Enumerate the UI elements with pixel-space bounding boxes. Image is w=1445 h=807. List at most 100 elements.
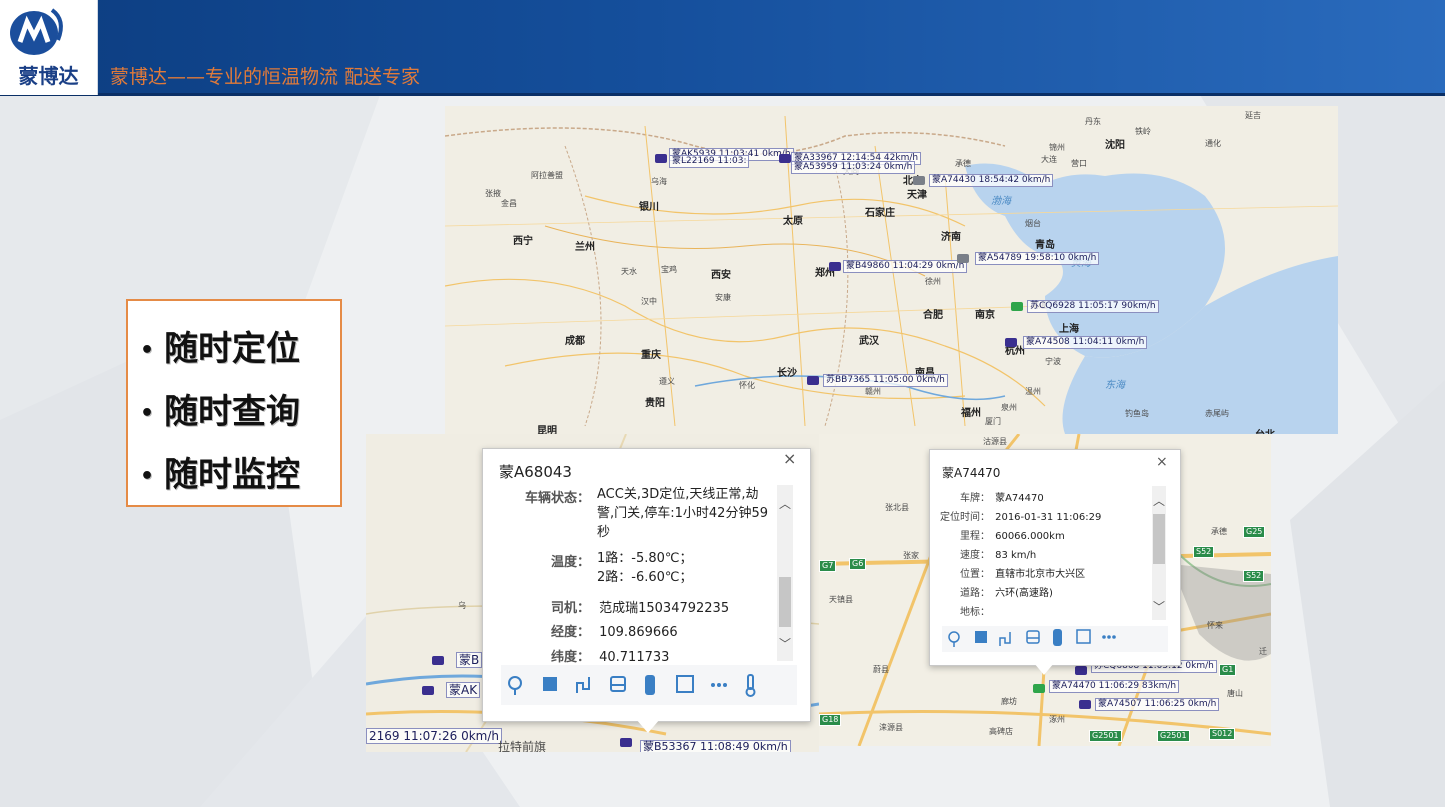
scrollbar[interactable]: ︿ ﹀ — [1152, 486, 1166, 620]
vehicle-marker[interactable] — [1079, 700, 1091, 709]
text-select-icon[interactable] — [676, 675, 694, 693]
vehicle-marker[interactable] — [957, 254, 969, 263]
traffic-light-icon[interactable] — [645, 675, 655, 695]
vehicle-label[interactable]: 苏BB7365 11:05:00 0km/h — [823, 374, 948, 387]
road-label: 道路： — [960, 588, 990, 599]
vehicle-marker[interactable] — [1075, 666, 1087, 675]
speed-label: 速度： — [960, 550, 990, 561]
vehicle-label[interactable]: 蒙B49860 11:04:29 0km/h — [843, 260, 968, 273]
vehicle-label[interactable]: 蒙A74430 18:54:42 0km/h — [929, 174, 1054, 187]
status-value-line: 秒 — [597, 525, 611, 540]
city-label: 西宁 — [513, 236, 533, 247]
city-label: 天水 — [621, 267, 637, 276]
temperature-label-row: 温度： — [551, 551, 590, 570]
city-label: 阿拉善盟 — [531, 171, 563, 180]
city-label: 沽源县 — [983, 437, 1007, 446]
vehicle-marker[interactable] — [913, 176, 925, 185]
city-label: 延吉 — [1245, 111, 1261, 120]
city-label: 营口 — [1071, 159, 1087, 168]
latitude-row: 纬度： 40.711733 — [551, 646, 669, 667]
status-label: 车辆状态： — [525, 491, 591, 506]
popup-tool-icons — [508, 674, 756, 697]
feature-label: 随时查询 — [164, 392, 301, 432]
chevron-down-icon[interactable]: ﹀ — [779, 635, 791, 652]
city-label: 涿州 — [1049, 715, 1065, 724]
time-row: 定位时间： 2016-01-31 11:06:29 — [930, 505, 1101, 524]
thermometer-icon[interactable] — [745, 674, 756, 697]
location-add-icon[interactable] — [508, 676, 522, 695]
vehicle-marker[interactable] — [422, 686, 434, 695]
vehicle-marker[interactable] — [432, 656, 444, 665]
vehicle-label[interactable]: 蒙A74470 11:06:29 83km/h — [1049, 680, 1180, 693]
popup-title: 蒙A68043 — [499, 463, 572, 481]
city-label: 大连 — [1041, 155, 1057, 164]
chevron-up-icon[interactable]: ︿ — [1153, 492, 1165, 509]
landmark-row: 地标： — [930, 600, 990, 619]
city-label: 厦门 — [985, 417, 1001, 426]
vehicle-label[interactable]: 苏CQ6928 11:05:17 90km/h — [1027, 300, 1159, 313]
bullet-icon: • — [140, 400, 155, 426]
vehicle-marker[interactable] — [807, 376, 819, 385]
scroll-thumb[interactable] — [779, 577, 791, 627]
longitude-row: 经度： 109.869666 — [551, 621, 678, 642]
city-label: 天镇县 — [829, 595, 853, 604]
city-label: 迁 — [1259, 647, 1267, 656]
vehicle-marker[interactable] — [1033, 684, 1045, 693]
bus-icon[interactable] — [1026, 630, 1040, 644]
city-label: 丹东 — [1085, 117, 1101, 126]
main-map[interactable]: 太原 石家庄 北京 天津 济南 郑州 合肥 南京 上海 杭州 武汉 成都 重庆 … — [445, 106, 1338, 434]
popup-toolbar — [942, 626, 1168, 652]
chevron-up-icon[interactable]: ︿ — [779, 495, 791, 512]
vehicle-add-icon[interactable] — [543, 677, 557, 691]
vehicle-marker[interactable] — [1011, 302, 1023, 311]
vehicle-marker[interactable] — [779, 154, 791, 163]
city-label: 张掖 — [485, 189, 501, 198]
vehicle-label[interactable]: 蒙AK — [446, 682, 481, 698]
city-label: 承德 — [955, 159, 971, 168]
vehicle-label[interactable]: 蒙L22169 11:03: — [669, 155, 750, 168]
vehicle-marker[interactable] — [829, 262, 841, 271]
city-label: 铁岭 — [1135, 127, 1151, 136]
city-label: 乌海 — [651, 177, 667, 186]
bus-icon[interactable] — [610, 676, 626, 692]
city-label: 宁波 — [1045, 357, 1061, 366]
more-icon[interactable] — [711, 683, 727, 687]
city-label: 太原 — [783, 216, 803, 227]
city-label: 烟台 — [1025, 219, 1041, 228]
city-label: 南京 — [975, 310, 995, 321]
vehicle-label[interactable]: 蒙B — [456, 652, 483, 668]
scroll-thumb[interactable] — [1153, 514, 1165, 564]
status-value-line: 警,门关,停车:1小时42分钟59 — [597, 506, 768, 521]
vehicle-label[interactable]: 2169 11:07:26 0km/h — [366, 728, 502, 744]
logo: 蒙博达 — [0, 0, 98, 95]
close-icon[interactable]: × — [783, 449, 796, 468]
scrollbar[interactable]: ︿ ﹀ — [777, 485, 793, 661]
city-label: 蔚县 — [873, 665, 889, 674]
vehicle-marker[interactable] — [655, 154, 667, 163]
status-value: ACC关,3D定位,天线正常,劫 警,门关,停车:1小时42分钟59 秒 — [597, 485, 768, 542]
vehicle-add-icon[interactable] — [975, 631, 987, 643]
vehicle-label[interactable]: 蒙A74507 11:06:25 0km/h — [1095, 698, 1220, 711]
city-label: 涞源县 — [879, 723, 903, 732]
city-label: 兰州 — [575, 242, 595, 253]
vehicle-label[interactable]: 蒙A54789 19:58:10 0km/h — [975, 252, 1100, 265]
vehicle-marker[interactable] — [620, 738, 632, 747]
more-icon[interactable] — [1102, 635, 1116, 639]
vehicle-label[interactable]: 蒙A53959 11:03:24 0km/h — [791, 161, 916, 174]
temperature-label: 温度： — [551, 555, 591, 570]
track-icon[interactable] — [999, 632, 1011, 646]
close-icon[interactable]: × — [1156, 454, 1168, 470]
chevron-down-icon[interactable]: ﹀ — [1153, 598, 1165, 615]
location-add-icon[interactable] — [948, 631, 960, 647]
vehicle-marker[interactable] — [1005, 338, 1017, 347]
city-label: 成都 — [565, 336, 585, 347]
track-icon[interactable] — [576, 677, 590, 693]
vehicle-label[interactable]: 蒙A74508 11:04:11 0km/h — [1023, 336, 1148, 349]
text-select-icon[interactable] — [1076, 629, 1091, 644]
traffic-light-icon[interactable] — [1053, 629, 1062, 646]
popup-title: 蒙A74470 — [942, 466, 1001, 480]
vehicle-label[interactable]: 蒙B53367 11:08:49 0km/h — [640, 740, 791, 752]
latitude-value: 40.711733 — [599, 650, 670, 665]
landmark-label: 地标： — [960, 607, 990, 618]
longitude-label: 经度： — [551, 625, 591, 640]
